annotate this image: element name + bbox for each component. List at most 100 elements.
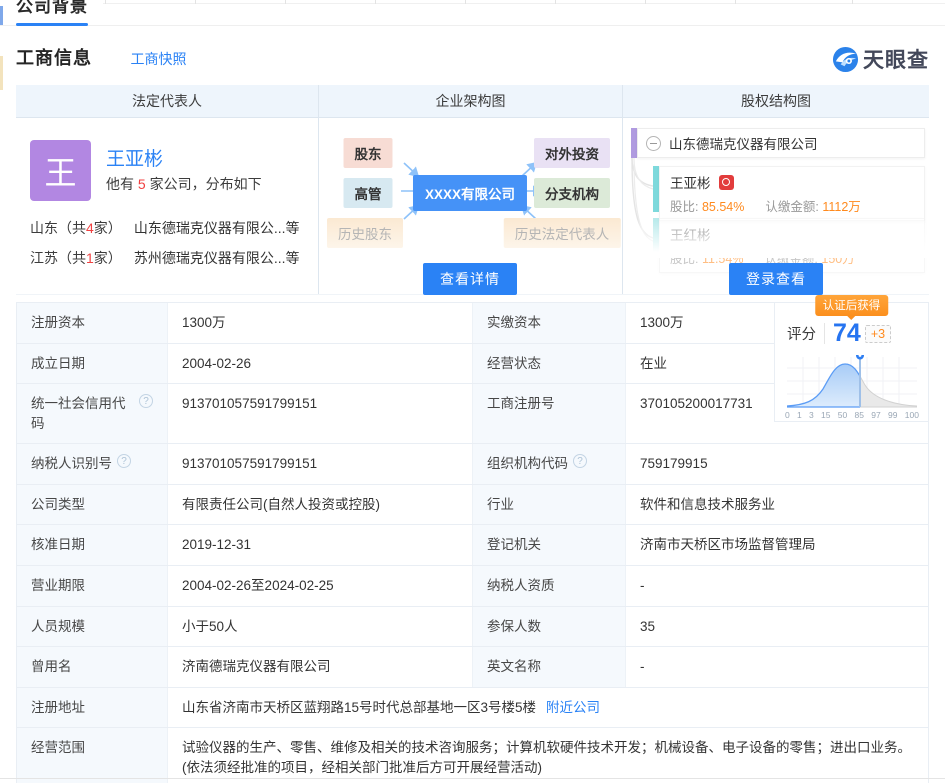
- field-label: 经营状态: [487, 354, 541, 374]
- root-company-name[interactable]: 山东德瑞克仪器有限公司: [669, 133, 818, 153]
- field-label: 公司类型: [31, 495, 85, 515]
- field-value: -: [640, 576, 645, 596]
- equity-structure-header: 股权结构图: [623, 85, 929, 118]
- certification-badge: 认证后获得: [815, 295, 889, 316]
- node-historical-legal-reps: 历史法定代表人: [504, 218, 621, 248]
- info-icon[interactable]: ?: [117, 454, 131, 468]
- axis-tick-label: 97: [871, 410, 880, 420]
- company-background-page: 公司背景 工商信息 工商快照 天眼查 法定代表人 王 王亚彬 他: [0, 0, 945, 783]
- left-edge-strip-2: [0, 56, 3, 90]
- field-label: 统一社会信用代码: [31, 394, 134, 433]
- field-value: 小于50人: [182, 617, 238, 637]
- field-value: 软件和信息技术服务业: [640, 495, 775, 515]
- score-label: 评分: [787, 323, 825, 344]
- tianyancha-logo: 天眼查: [832, 44, 929, 74]
- field-label: 营业期限: [31, 576, 85, 596]
- field-label: 纳税人识别号: [31, 454, 112, 474]
- avatar[interactable]: 王: [30, 140, 91, 201]
- table-row: 核准日期 2019-12-31 登记机关 济南市天桥区市场监督管理局: [17, 524, 928, 565]
- info-icon[interactable]: ?: [139, 394, 153, 408]
- axis-tick-label: 85: [855, 410, 864, 420]
- section-title-business-info: 工商信息: [16, 44, 92, 70]
- axis-tick-label: 15: [821, 410, 830, 420]
- node-historical-shareholders: 历史股东: [327, 218, 403, 248]
- equity-ratio: 85.54%: [702, 200, 744, 214]
- nearby-companies-link[interactable]: 附近公司: [546, 700, 600, 715]
- field-value: 35: [640, 617, 655, 637]
- business-snapshot-link[interactable]: 工商快照: [130, 49, 186, 69]
- equity-root-node[interactable]: 山东德瑞克仪器有限公司: [637, 128, 925, 158]
- field-label: 曾用名: [31, 657, 72, 677]
- field-value: 2019-12-31: [182, 535, 251, 555]
- score-delta-badge: +3: [865, 325, 891, 343]
- tab-company-background[interactable]: 公司背景: [16, 0, 88, 17]
- table-row: 纳税人识别号? 913701057591799151 组织机构代码? 75917…: [17, 443, 928, 484]
- subscribed-amount: 1112万: [822, 200, 860, 214]
- field-value: 济南德瑞克仪器有限公司: [182, 657, 331, 677]
- score-value: 74: [833, 321, 861, 346]
- node-outbound-investment: 对外投资: [534, 138, 610, 168]
- field-label: 登记机关: [487, 535, 541, 555]
- registration-info-table: 注册资本 1300万 实缴资本 1300万 成立日期 2004-02-26 经营…: [16, 302, 929, 783]
- shareholder-name[interactable]: 王红彬: [670, 224, 711, 244]
- field-value: 1300万: [640, 313, 684, 333]
- company-count: 5: [138, 176, 146, 192]
- table-row: 曾用名 济南德瑞克仪器有限公司 英文名称 -: [17, 646, 928, 687]
- field-label: 注册地址: [31, 698, 85, 718]
- axis-tick-label: 1: [797, 410, 802, 420]
- shareholder-name[interactable]: 王亚彬: [670, 172, 711, 192]
- related-company-link[interactable]: 苏州德瑞克仪器有限公...等: [134, 250, 300, 266]
- field-value: 913701057591799151: [182, 394, 317, 414]
- field-label: 核准日期: [31, 535, 85, 555]
- node-shareholders: 股东: [344, 138, 393, 168]
- field-label: 参保人数: [487, 617, 541, 637]
- score-widget[interactable]: 认证后获得 评分 74 +3: [774, 303, 928, 422]
- active-tab-underline: [16, 23, 88, 26]
- node-company-center: XXXX有限公司: [413, 175, 527, 211]
- field-value: 913701057591799151: [182, 454, 317, 474]
- field-value: -: [640, 657, 645, 677]
- field-value: 759179915: [640, 454, 708, 474]
- axis-tick-label: 3: [809, 410, 814, 420]
- table-row: 注册地址 山东省济南市天桥区蓝翔路15号时代总部基地一区3号楼5楼附近公司: [17, 687, 928, 728]
- field-label: 注册资本: [31, 313, 85, 333]
- actual-controller-badge-icon: [719, 175, 734, 190]
- collapse-icon[interactable]: [646, 136, 661, 151]
- field-value: 1300万: [182, 313, 226, 333]
- left-edge-strip: [0, 6, 3, 26]
- related-company-link[interactable]: 山东德瑞克仪器有限公...等: [134, 220, 300, 236]
- shareholder-node[interactable]: 王亚彬 股比: 85.54% 认缴金额: 1112万: [659, 166, 925, 221]
- field-value: 济南市天桥区市场监督管理局: [640, 535, 816, 555]
- table-row: 人员规模 小于50人 参保人数 35: [17, 606, 928, 647]
- field-value: 370105200017731: [640, 394, 753, 414]
- table-row: 经营范围 试验仪器的生产、零售、维修及相关的技术咨询服务；计算机软硬件技术开发；…: [17, 727, 928, 783]
- table-row: 公司类型 有限责任公司(自然人投资或控股) 行业 软件和信息技术服务业: [17, 484, 928, 525]
- field-label: 成立日期: [31, 354, 85, 374]
- field-label: 实缴资本: [487, 313, 541, 333]
- field-value: 2004-02-26: [182, 354, 251, 374]
- org-chart-panel: 企业架构图 股东 高管 历史股东: [318, 85, 622, 294]
- org-chart-header: 企业架构图: [319, 85, 622, 118]
- tianyancha-logo-icon: [832, 46, 859, 73]
- field-label: 工商注册号: [487, 394, 555, 414]
- field-label: 经营范围: [31, 738, 85, 758]
- field-value: 试验仪器的生产、零售、维修及相关的技术咨询服务；计算机软硬件技术开发；机械设备、…: [182, 740, 911, 775]
- distribution-row: 江苏（共1家） 苏州德瑞克仪器有限公...等: [30, 248, 300, 268]
- legal-representative-header: 法定代表人: [16, 85, 318, 118]
- legal-representative-panel: 法定代表人 王 王亚彬 他有 5 家公司，分布如下 山东（共4家） 山东德瑞克仪…: [16, 85, 318, 294]
- field-value: 山东省济南市天桥区蓝翔路15号时代总部基地一区3号楼5楼: [182, 700, 536, 715]
- view-details-button[interactable]: 查看详情: [423, 263, 517, 295]
- table-row: 营业期限 2004-02-26至2024-02-25 纳税人资质 -: [17, 565, 928, 606]
- legal-representative-name-link[interactable]: 王亚彬: [106, 144, 163, 171]
- login-to-view-button[interactable]: 登录查看: [729, 263, 823, 295]
- field-label: 英文名称: [487, 657, 541, 677]
- node-executives: 高管: [344, 178, 393, 208]
- info-icon[interactable]: ?: [573, 454, 587, 468]
- page-bottom-divider: [0, 778, 945, 779]
- axis-tick-label: 99: [888, 410, 897, 420]
- field-label: 行业: [487, 495, 514, 515]
- field-label: 纳税人资质: [487, 576, 555, 596]
- field-value: 有限责任公司(自然人投资或控股): [182, 495, 380, 515]
- node-branches: 分支机构: [534, 178, 610, 208]
- subscribed-amount: 150万: [821, 252, 854, 266]
